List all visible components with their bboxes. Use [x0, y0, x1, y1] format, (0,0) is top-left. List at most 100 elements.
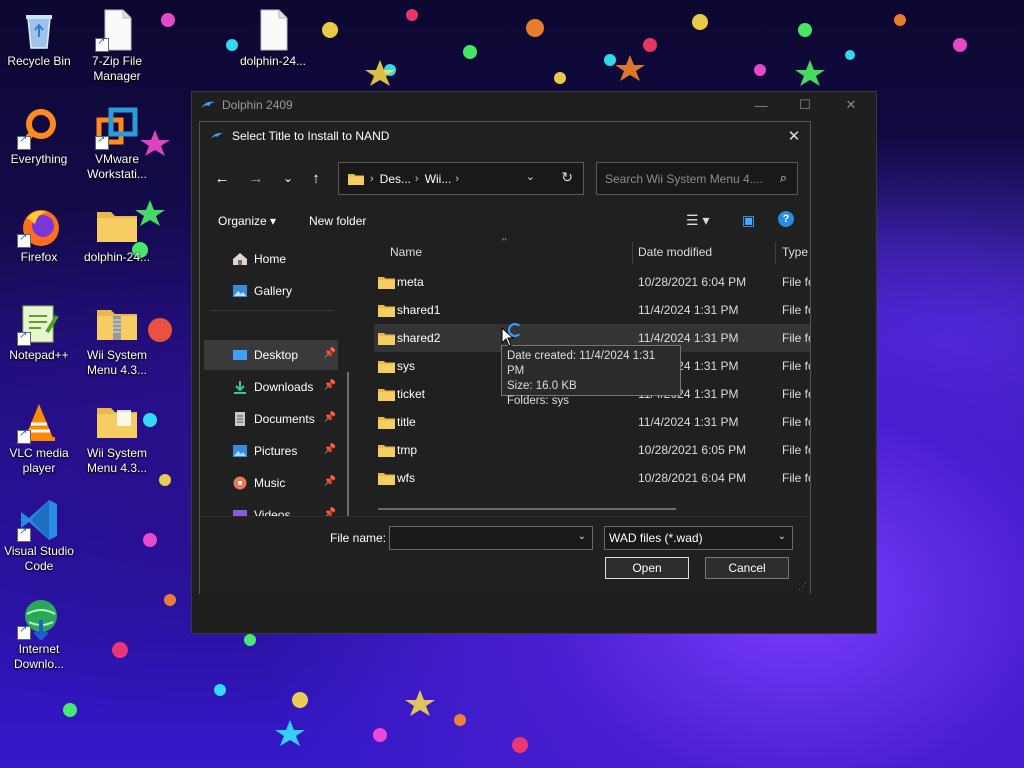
pin-icon[interactable]: 📌	[324, 348, 336, 359]
resize-grip-icon[interactable]: ⋰	[798, 581, 807, 592]
desktop-icon-everything[interactable]: Everything	[0, 106, 78, 167]
nav-divider	[210, 310, 334, 311]
pin-icon[interactable]: 📌	[324, 380, 336, 391]
nav-item-pictures[interactable]: Pictures 📌	[204, 436, 338, 466]
navigation-pane: Home Gallery Desktop 📌 Downloads 📌 Docum…	[200, 238, 356, 516]
desktop-icon-idm[interactable]: Internet Downlo...	[0, 596, 78, 672]
notepadpp-icon	[17, 302, 61, 346]
desktop-icon-notepadpp[interactable]: Notepad++	[0, 302, 78, 363]
maximize-button[interactable]: ☐	[782, 92, 828, 118]
view-options-icon[interactable]: ☰ ▾	[686, 212, 709, 229]
nav-item-music[interactable]: Music 📌	[204, 468, 338, 498]
desktop-icon-wii-archive-1[interactable]: Wii System Menu 4.3...	[78, 302, 156, 378]
file-date: 10/28/2021 6:04 PM	[638, 471, 747, 485]
chevron-down-icon[interactable]: ⌄	[578, 531, 586, 542]
search-icon[interactable]: ⌕	[780, 170, 787, 186]
pictures-icon	[233, 445, 247, 457]
forward-button[interactable]: →	[244, 166, 268, 190]
magnifier-icon	[17, 106, 61, 150]
nav-item-downloads[interactable]: Downloads 📌	[204, 372, 338, 402]
pin-icon[interactable]: 📌	[324, 412, 336, 423]
chevron-down-icon[interactable]: ⌄	[778, 531, 786, 542]
column-divider[interactable]	[632, 242, 633, 264]
desktop-icon-7zip[interactable]: 7-Zip File Manager	[78, 8, 156, 84]
tooltip-date-created: Date created: 11/4/2024 1:31 PM	[507, 350, 656, 377]
refresh-icon[interactable]: ↻	[561, 169, 573, 186]
search-box[interactable]: Search Wii System Menu 4.... ⌕	[596, 162, 798, 195]
column-header-type[interactable]: Type	[782, 238, 808, 266]
up-button[interactable]: ↑	[304, 166, 328, 190]
file-row-shared1[interactable]: shared1 11/4/2024 1:31 PM File fo	[374, 296, 810, 324]
help-icon[interactable]: ?	[778, 211, 794, 227]
file-icon	[95, 8, 139, 52]
file-row-title[interactable]: title 11/4/2024 1:31 PM File fo	[374, 408, 810, 436]
address-bar[interactable]: › Des... › Wii... › ⌄ ↻	[338, 162, 584, 195]
file-list-horizontal-scrollbar[interactable]	[378, 508, 676, 510]
firefox-icon	[17, 204, 61, 248]
file-row-meta[interactable]: meta 10/28/2021 6:04 PM File fo	[374, 268, 810, 296]
nav-item-documents[interactable]: Documents 📌	[204, 404, 338, 434]
folder-icon	[95, 204, 139, 248]
file-name: wfs	[397, 471, 415, 485]
desktop-icon-dolphin-folder[interactable]: dolphin-24...	[78, 204, 156, 265]
file-row-tmp[interactable]: tmp 10/28/2021 6:05 PM File fo	[374, 436, 810, 464]
nav-item-videos[interactable]: Videos 📌	[204, 500, 338, 516]
file-type: File fo	[782, 331, 810, 345]
file-row-wfs[interactable]: wfs 10/28/2021 6:04 PM File fo	[374, 464, 810, 492]
recent-locations-button[interactable]: ⌄	[276, 166, 300, 190]
preview-pane-icon[interactable]: ▣	[742, 212, 755, 229]
nav-item-desktop[interactable]: Desktop 📌	[204, 340, 338, 370]
file-type: File fo	[782, 275, 810, 289]
file-type: File fo	[782, 471, 810, 485]
column-header-date-modified[interactable]: Date modified	[638, 238, 712, 266]
folder-info-tooltip: Date created: 11/4/2024 1:31 PM Size: 16…	[501, 345, 681, 407]
folder-icon	[378, 388, 395, 401]
file-type: File fo	[782, 303, 810, 317]
minimize-button[interactable]: —	[738, 92, 784, 118]
pin-icon[interactable]: 📌	[324, 444, 336, 455]
column-header-name[interactable]: Name	[390, 238, 422, 266]
open-button[interactable]: Open	[605, 557, 689, 579]
nav-item-gallery[interactable]: Gallery	[204, 276, 338, 306]
folder-icon	[378, 360, 395, 373]
file-date: 10/28/2021 6:04 PM	[638, 275, 747, 289]
desktop-icon-dolphin-file[interactable]: dolphin-24...	[234, 8, 312, 69]
desktop-icon-vlc[interactable]: VLC media player	[0, 400, 78, 476]
address-dropdown-icon[interactable]: ⌄	[526, 170, 535, 183]
file-type: File fo	[782, 443, 810, 457]
file-name-label: File name:	[330, 531, 387, 545]
organize-button[interactable]: Organize ▾	[218, 214, 276, 228]
close-button[interactable]: ✕	[828, 92, 874, 118]
file-date: 11/4/2024 1:31 PM	[638, 331, 739, 345]
column-divider[interactable]	[775, 242, 776, 264]
dialog-titlebar[interactable]: Select Title to Install to NAND	[200, 122, 810, 150]
desktop-icon	[233, 350, 247, 360]
idm-globe-icon	[17, 596, 61, 641]
nav-pane-scrollbar[interactable]	[347, 372, 349, 516]
desktop-icon-vmware[interactable]: VMware Workstati...	[78, 106, 156, 182]
pin-icon[interactable]: 📌	[324, 508, 336, 516]
folder-icon	[378, 304, 395, 317]
file-type: File fo	[782, 359, 810, 373]
folder-icon	[348, 173, 364, 185]
search-placeholder: Search Wii System Menu 4....	[605, 171, 764, 186]
back-button[interactable]: ←	[210, 166, 234, 190]
dolphin-title-text: Dolphin 2409	[222, 98, 293, 112]
pin-icon[interactable]: 📌	[324, 476, 336, 487]
recycle-bin-icon	[17, 8, 61, 52]
desktop-icon-recycle-bin[interactable]: Recycle Bin	[0, 8, 78, 69]
breadcrumb-desktop[interactable]: Des...	[380, 172, 411, 186]
cancel-button[interactable]: Cancel	[705, 557, 789, 579]
nav-item-home[interactable]: Home	[204, 244, 338, 274]
file-name: sys	[397, 359, 415, 373]
file-name-combobox[interactable]: ⌄	[389, 526, 593, 550]
new-folder-button[interactable]: New folder	[309, 214, 366, 228]
desktop-icon-vscode[interactable]: Visual Studio Code	[0, 498, 78, 574]
downloads-icon	[234, 381, 246, 394]
desktop-icon-firefox[interactable]: Firefox	[0, 204, 78, 265]
file-type-filter-select[interactable]: WAD files (*.wad) ⌄	[604, 526, 793, 550]
breadcrumb-wii[interactable]: Wii...	[425, 172, 452, 186]
desktop-icon-wii-folder-2[interactable]: Wii System Menu 4.3...	[78, 400, 156, 476]
folder-icon	[378, 472, 395, 485]
dialog-close-button[interactable]: ✕	[778, 122, 810, 150]
